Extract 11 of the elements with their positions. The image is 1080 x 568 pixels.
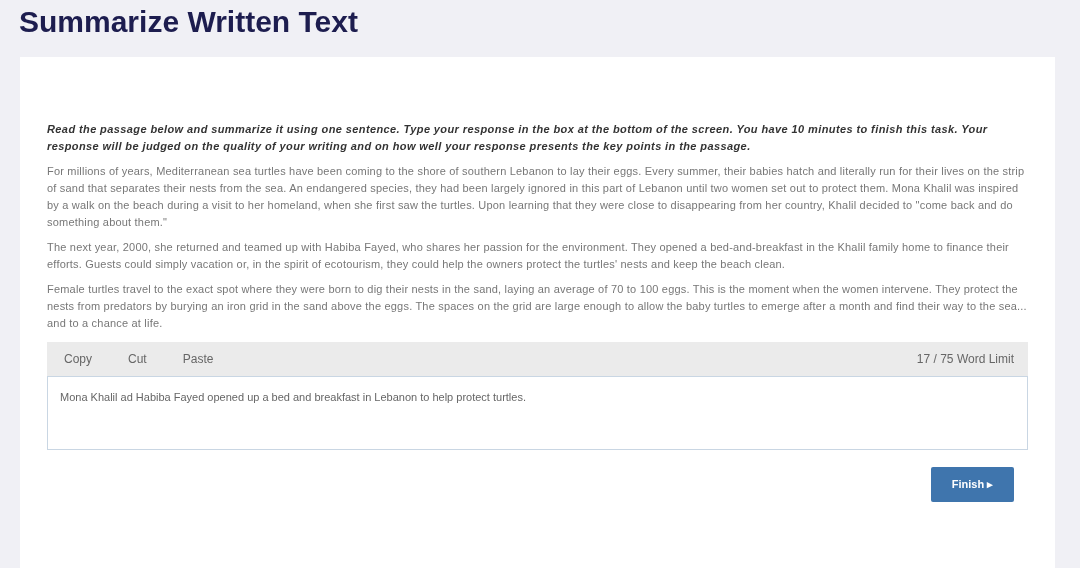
passage-paragraph: Female turtles travel to the exact spot where they were born to dig their nests in the sand, laying an average of 70 to 100 eggs. This is the moment when the women intervene. They protect the nests from predators by burying an iron grid in the sand above the eggs. The spaces on the grid are large enough to allow the baby turtles to emerge after a month and find their way to the sea... and to a chance at life. [47, 282, 1028, 331]
passage-paragraph: For millions of years, Mediterranean sea turtles have been coming to the shore of southern Lebanon to lay their eggs. Every summer, their babies hatch and literally run for their lives on the strip of sand that separates their nests from the sea. An endangered species, they had been largely ignored in this part of Lebanon until two women set out to protect them. Mona Khalil was inspired by a walk on the beach during a visit to her homeland, when she first saw the turtles. Upon learning that they were close to disappearing from her country, Khalil decided to "come back and do something about them." [47, 164, 1026, 230]
toolbar-button[interactable]: Copy [61, 350, 95, 368]
finish-button[interactable]: Finish ▸ [931, 467, 1014, 502]
response-field[interactable]: Mona Khalil ad Habiba Fayed opened up a bed and breakfast in Lebanon to help protect turtles. [47, 376, 1028, 450]
word-count: 17 / 75 Word Limit [916, 351, 1014, 368]
instructions-text: Read the passage below and summarize it using one sentence. Type your response in the box at the bottom of the screen. You have 10 minutes to finish this task. Your response will be judged on the quality of your writing and on how well your response presents the key points in the passage. [47, 122, 989, 154]
toolbar-button[interactable]: Cut [125, 350, 150, 368]
passage-paragraph: The next year, 2000, she returned and teamed up with Habiba Fayed, who shares her passion for the environment. They opened a bed-and-breakfast in the Khalil family home to finance their efforts. Guests could simply vacation or, in the spirit of ecotourism, they could help the owners protect the turtles' nests and keep the beach clean. [47, 240, 1010, 272]
toolbar-button[interactable]: Paste [179, 350, 217, 368]
page-title: Summarize Written Text [18, 4, 359, 40]
